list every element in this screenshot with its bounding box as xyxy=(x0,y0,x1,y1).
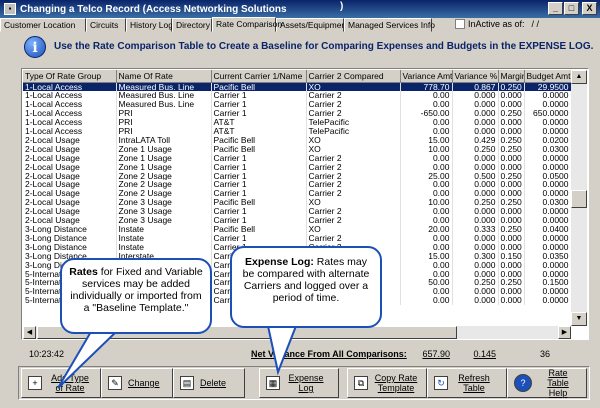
callout-pointers xyxy=(57,325,298,389)
expense-log-callout: Expense Log: Rates may be compared with … xyxy=(230,246,382,328)
rates-callout-title: Rates xyxy=(69,266,98,278)
rates-callout: Rates for Fixed and Variable services ma… xyxy=(60,258,212,334)
expense-callout-title: Expense Log: xyxy=(245,256,314,268)
rates-callout-pointer xyxy=(57,329,121,389)
tab-rate-comparison[interactable]: Rate Comparison xyxy=(212,17,282,32)
expense-callout-pointer xyxy=(266,325,298,376)
